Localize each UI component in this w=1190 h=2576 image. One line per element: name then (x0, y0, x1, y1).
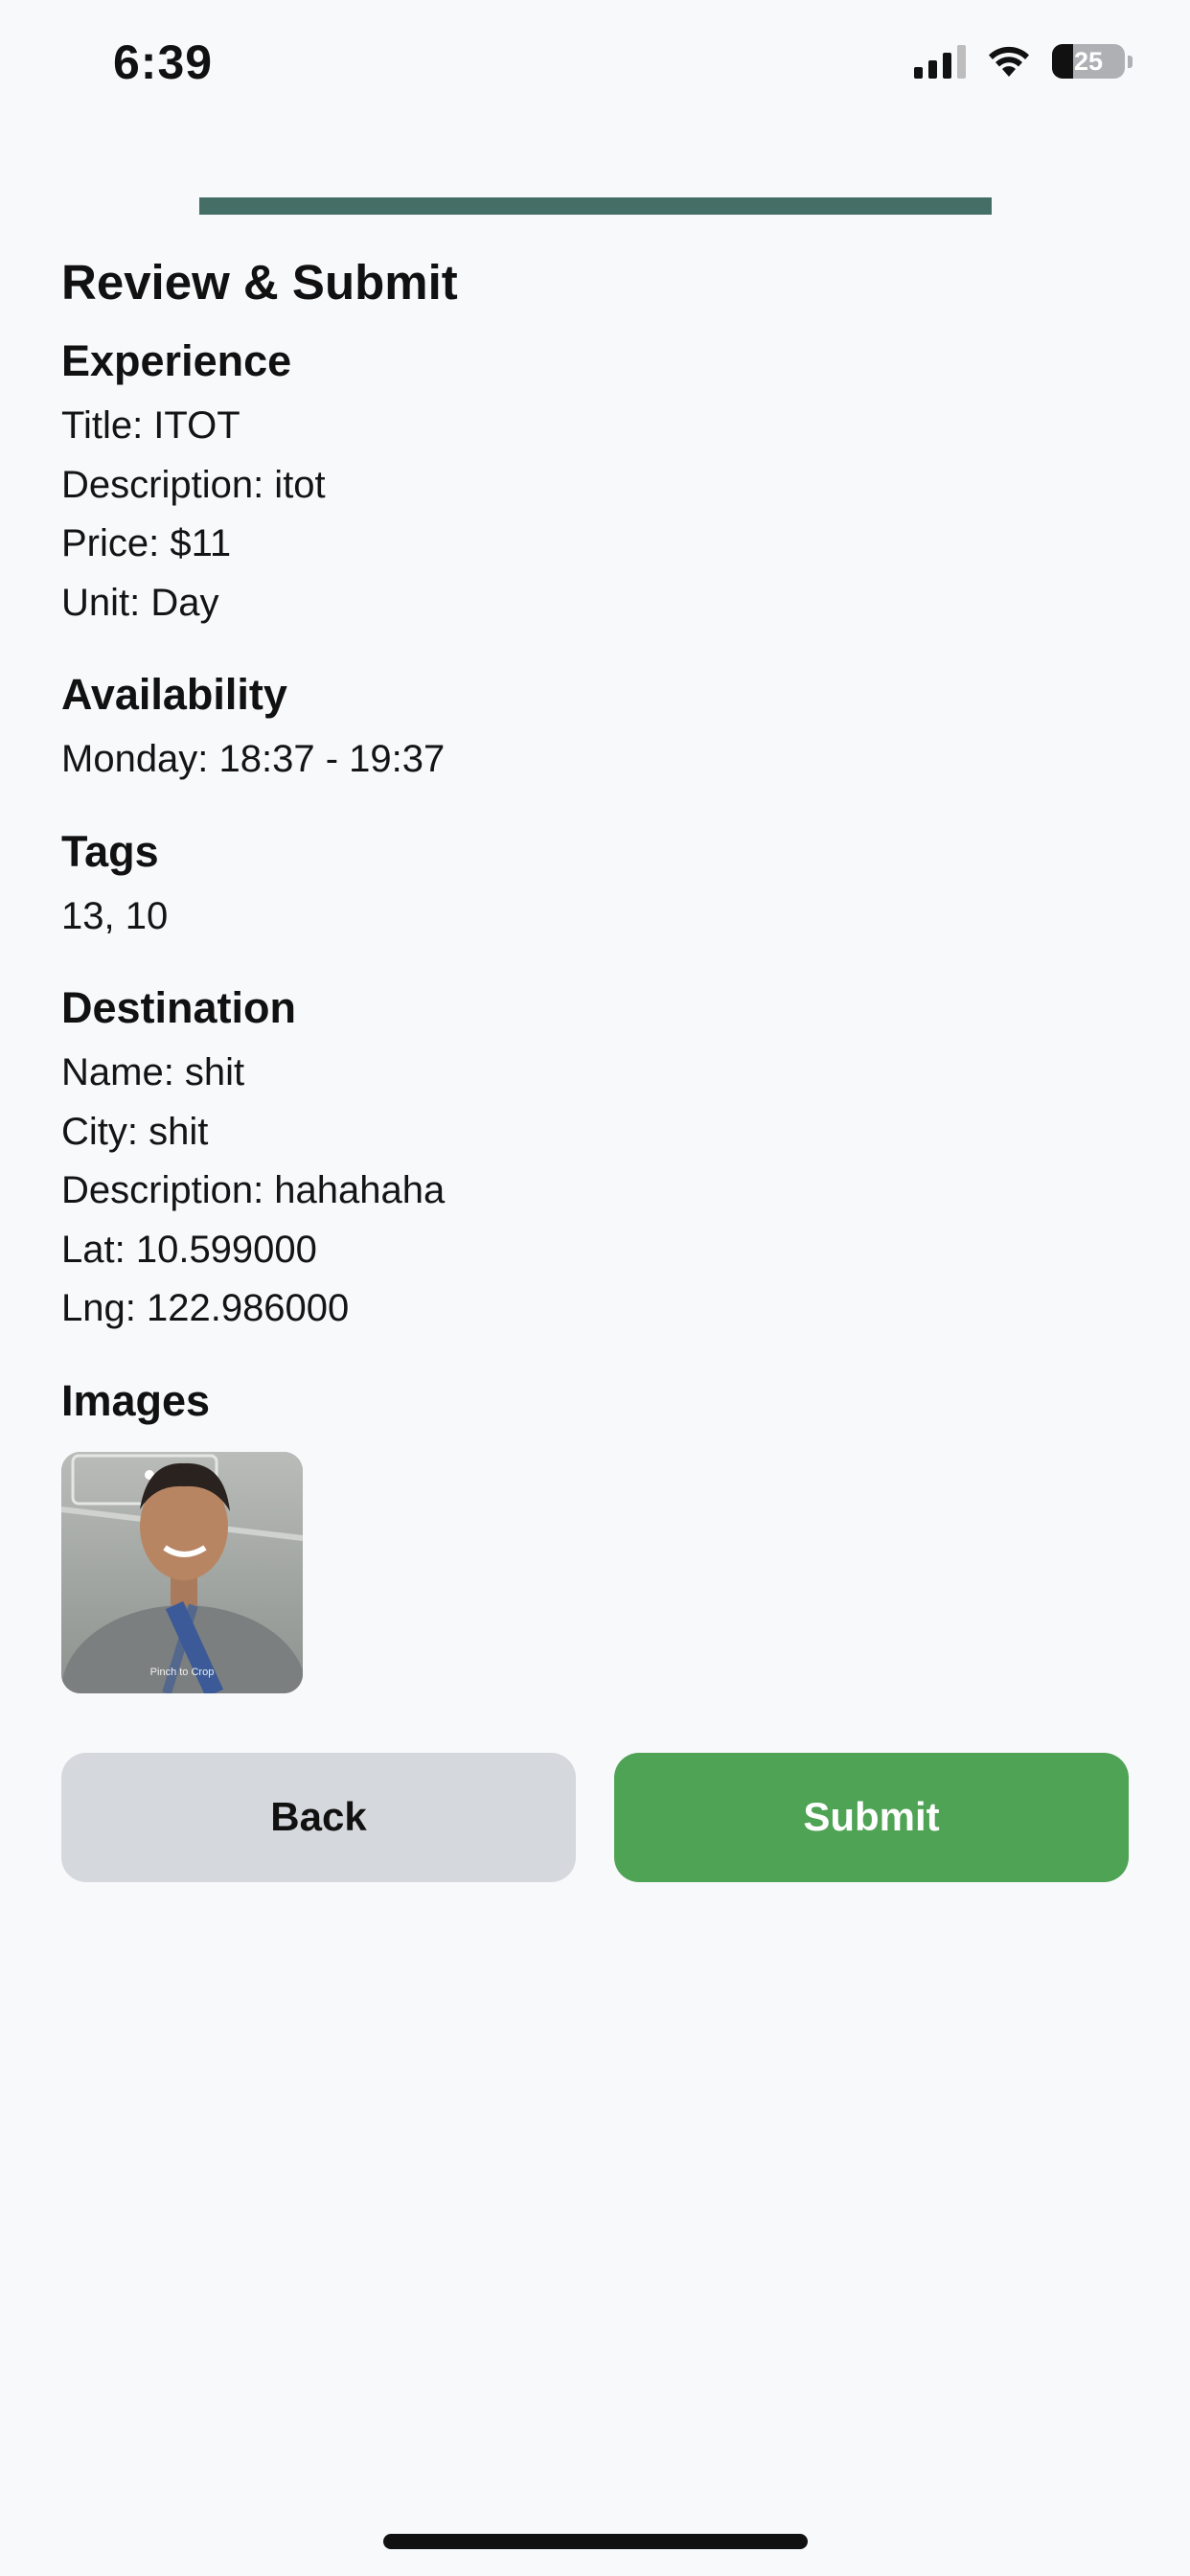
images-section: Images Pinch to Crop (61, 1371, 1129, 1693)
experience-title: Title: ITOT (61, 404, 240, 447)
tags-section: Tags 13, 10 (61, 822, 1129, 947)
image-overlay-text: Pinch to Crop (149, 1666, 215, 1678)
destination-lng: Lng: 122.986000 (61, 1287, 350, 1329)
action-buttons: Back Submit (61, 1752, 1129, 1882)
tags-heading: Tags (61, 826, 159, 876)
destination-lat: Lat: 10.599000 (61, 1228, 317, 1271)
experience-price: Price: $11 (61, 522, 232, 564)
review-content: Review & Submit Experience Title: ITOT D… (61, 247, 1129, 1882)
wifi-icon (989, 46, 1029, 77)
status-time: 6:39 (113, 35, 214, 89)
experience-unit: Unit: Day (61, 581, 219, 624)
destination-name: Name: shit (61, 1051, 245, 1093)
battery-percent: 25 (1073, 46, 1104, 76)
photo-placeholder-icon (61, 1451, 303, 1693)
step-progress-fill (199, 197, 992, 215)
tags-values: 13, 10 (61, 894, 169, 937)
status-bar: 6:39 25 (0, 0, 1190, 134)
experience-section: Experience Title: ITOT Description: itot… (61, 332, 1129, 632)
images-heading: Images (61, 1375, 211, 1425)
destination-city: City: shit (61, 1110, 209, 1153)
destination-section: Destination Name: shit City: shit Descri… (61, 978, 1129, 1339)
destination-description: Description: hahahaha (61, 1169, 446, 1211)
review-submit-screen: 6:39 25 Review & Submit Experience Title… (0, 0, 1190, 2576)
signal-icon (914, 44, 966, 79)
step-progress-bar (199, 197, 992, 215)
image-thumbnail[interactable]: Pinch to Crop (61, 1451, 303, 1693)
page-title: Review & Submit (61, 255, 458, 310)
availability-heading: Availability (61, 670, 287, 719)
back-button[interactable]: Back (61, 1752, 576, 1882)
submit-button[interactable]: Submit (614, 1752, 1129, 1882)
destination-heading: Destination (61, 983, 297, 1032)
experience-heading: Experience (61, 336, 292, 385)
availability-slot: Monday: 18:37 - 19:37 (61, 738, 446, 780)
status-icons: 25 (914, 44, 1133, 79)
home-indicator[interactable] (383, 2534, 808, 2549)
availability-section: Availability Monday: 18:37 - 19:37 (61, 665, 1129, 790)
battery-icon: 25 (1052, 44, 1125, 79)
experience-description: Description: itot (61, 463, 326, 506)
